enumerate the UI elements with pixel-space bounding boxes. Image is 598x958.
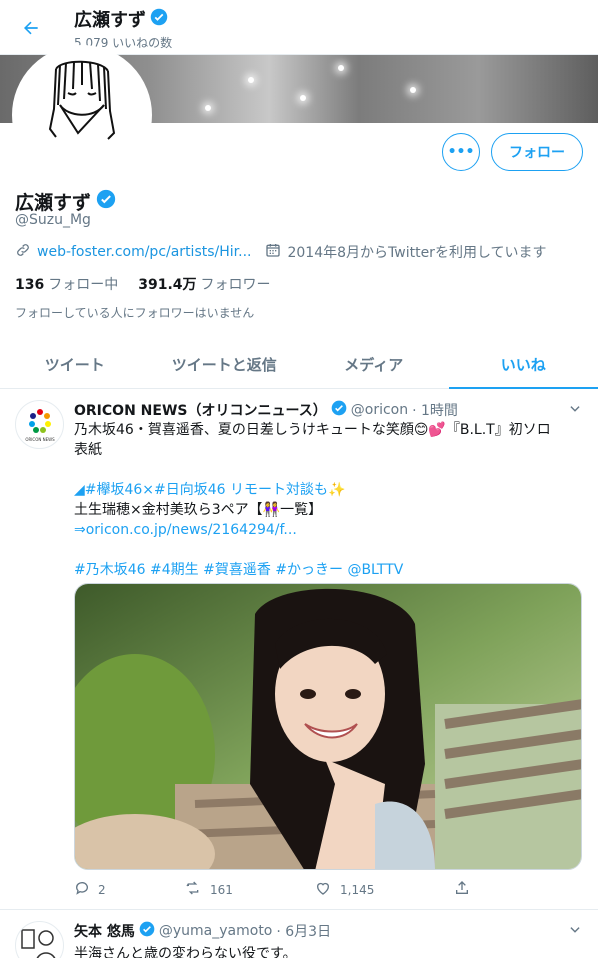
followers-label: フォロワー [200,277,271,293]
header-name: 広瀬すず [74,10,146,31]
tweet-author-name[interactable]: ORICON NEWS（オリコンニュース） [74,400,327,420]
tweet-header: 矢本 悠馬 @yuma_yamoto · 6月3日 [74,921,331,941]
share-action[interactable] [454,880,470,899]
reply-count: 2 [98,882,106,897]
following-count: 136 [15,277,45,293]
profile-tabs: ツイート ツイートと返信 メディア いいね [0,340,598,389]
link-icon [15,242,31,262]
verified-badge-icon [139,921,155,941]
tweet-hashtag-line[interactable]: ◢#欅坂46×#日向坂46 リモート対談も✨ [74,480,584,500]
svg-text:ORICON NEWS: ORICON NEWS [25,437,55,442]
retweet-count: 161 [210,882,233,897]
tweet-author-avatar[interactable] [15,921,64,958]
tweet-text: 半海さんと歳の変わらない役です。 [74,946,297,958]
tab-likes[interactable]: いいね [448,340,598,389]
more-options-button[interactable]: ••• [442,133,480,171]
more-icon: ••• [447,144,475,160]
following-label: フォロー中 [48,277,119,293]
oricon-logo-icon: ORICON NEWS [25,408,55,442]
profile-name: 広瀬すず [15,188,116,215]
retweet-icon [184,880,202,899]
tweet-line [74,540,584,560]
tweet-author-handle[interactable]: @oricon [351,402,408,418]
tab-tweets[interactable]: ツイート [0,340,150,388]
chevron-down-icon[interactable] [568,923,582,940]
following-stat[interactable]: 136 フォロー中 [15,274,118,294]
header-title: 広瀬すず [74,6,168,32]
tweet-timestamp[interactable]: · 6月3日 [276,921,331,941]
heart-icon [314,880,332,899]
followers-you-know-note: フォローしている人にフォロワーはいません [15,306,255,320]
tweet-line: 乃木坂46・賀喜遥香、夏の日差しうけキュートな笑顔😊💕『B.L.T』初ソロ [74,422,551,438]
tweet-line [74,460,584,480]
verified-badge-icon [331,400,347,420]
tweet[interactable]: ORICON NEWS ORICON NEWS（オリコンニュース） @orico… [0,390,598,910]
profile-meta: web-foster.com/pc/artists/Hir... 2014年8月… [15,242,547,262]
tweet-author-avatar[interactable]: ORICON NEWS [15,400,64,449]
tweet-line: 土生瑞穂×金村美玖ら3ペア【👭一覧】 [74,502,323,518]
share-icon [454,880,470,899]
profile-website-link[interactable]: web-foster.com/pc/artists/Hir... [37,244,251,260]
profile-avatar[interactable] [12,45,152,185]
tweet-line: 表紙 [74,442,102,458]
profile-stats: 136 フォロー中 391.4万 フォロワー [15,274,271,294]
reply-icon [74,880,90,899]
tweet-text: 乃木坂46・賀喜遥香、夏の日差しうけキュートな笑顔😊💕『B.L.T』初ソロ 表紙… [74,420,584,580]
verified-badge-icon [150,8,168,31]
tweet-hashtags[interactable]: #乃木坂46 #4期生 #賀喜遥香 #かっきー @BLTTV [74,560,584,580]
like-count: 1,145 [340,882,375,897]
profile-joined-date: 2014年8月からTwitterを利用しています [287,245,547,261]
profile-name-text: 広瀬すず [15,192,92,214]
tweet[interactable]: 矢本 悠馬 @yuma_yamoto · 6月3日 半海さんと歳の変わらない役で… [0,911,598,958]
tab-media[interactable]: メディア [299,340,449,388]
tweet-header: ORICON NEWS（オリコンニュース） @oricon · 1時間 [74,400,458,420]
retweet-action[interactable]: 161 [184,880,314,899]
tab-tweets-and-replies[interactable]: ツイートと返信 [150,340,300,388]
tweet-author-handle[interactable]: @yuma_yamoto [159,923,273,939]
reply-action[interactable]: 2 [74,880,184,899]
chevron-down-icon[interactable] [568,402,582,419]
profile-handle: @Suzu_Mg [15,212,91,228]
tweet-timestamp[interactable]: · 1時間 [412,400,458,420]
like-action[interactable]: 1,145 [314,880,454,899]
tweet-actions: 2 161 1,145 [74,880,554,899]
followers-stat[interactable]: 391.4万 フォロワー [138,274,270,294]
tweet-author-name[interactable]: 矢本 悠馬 [74,921,135,941]
followers-count: 391.4万 [138,277,197,293]
verified-badge-icon [96,189,116,214]
back-arrow-icon[interactable] [16,13,46,43]
calendar-icon [265,242,281,262]
tweet-photo[interactable] [74,583,582,870]
tweet-link[interactable]: ⇒oricon.co.jp/news/2164294/f... [74,520,584,540]
follow-button[interactable]: フォロー [491,133,583,171]
